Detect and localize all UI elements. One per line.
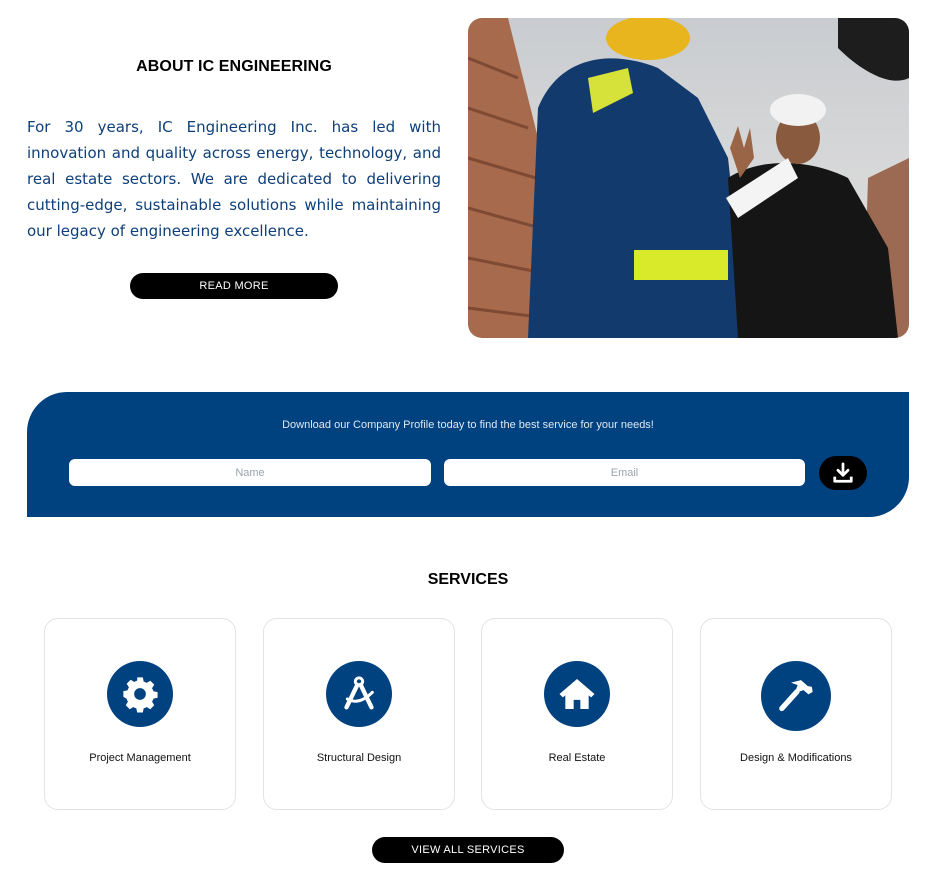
download-icon: [833, 462, 853, 483]
service-icon-circle: [544, 661, 610, 727]
service-card-design-modifications[interactable]: Design & Modifications: [700, 618, 892, 810]
compass-icon: [344, 676, 374, 710]
gear-icon: [123, 677, 158, 713]
view-all-services-button[interactable]: VIEW ALL SERVICES: [372, 837, 564, 863]
service-label: Project Management: [89, 752, 191, 764]
hero-photo: [468, 18, 909, 338]
service-card-real-estate[interactable]: Real Estate: [481, 618, 673, 810]
about-body: For 30 years, IC Engineering Inc. has le…: [27, 118, 441, 240]
services-title: SERVICES: [427, 571, 509, 588]
download-button[interactable]: [819, 456, 867, 490]
service-label: Real Estate: [548, 752, 606, 764]
download-profile-band: Download our Company Profile today to fi…: [27, 392, 909, 517]
email-input[interactable]: [444, 459, 805, 486]
service-label: Design & Modifications: [740, 752, 852, 764]
engineers-photo: [468, 18, 909, 338]
read-more-button[interactable]: READ MORE: [130, 273, 338, 299]
service-label: Structural Design: [316, 752, 402, 764]
service-card-project-management[interactable]: Project Management: [44, 618, 236, 810]
service-icon-circle: [107, 661, 173, 727]
about-title: ABOUT IC ENGINEERING: [136, 58, 332, 75]
about-text-block: ABOUT IC ENGINEERING For 30 years, IC En…: [27, 18, 441, 244]
download-prompt: Download our Company Profile today to fi…: [282, 419, 654, 431]
service-icon-circle: [761, 661, 831, 731]
service-card-structural-design[interactable]: Structural Design: [263, 618, 455, 810]
name-input[interactable]: [69, 459, 431, 486]
service-icon-circle: [326, 661, 392, 727]
house-icon: [559, 679, 595, 709]
hammer-icon: [779, 680, 813, 712]
